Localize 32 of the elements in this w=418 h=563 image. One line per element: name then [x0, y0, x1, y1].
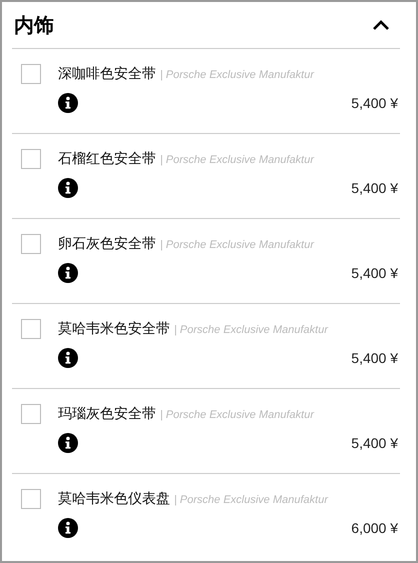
price: 6,000 ¥ — [351, 520, 398, 536]
info-icon[interactable] — [58, 263, 78, 283]
info-icon[interactable] — [58, 93, 78, 113]
brand-label: | Porsche Exclusive Manufaktur — [160, 154, 314, 166]
price: 5,400 ¥ — [351, 265, 398, 281]
chevron-up-icon[interactable] — [372, 20, 390, 30]
brand-label: | Porsche Exclusive Manufaktur — [160, 239, 314, 251]
checkbox[interactable] — [21, 64, 41, 84]
option-name: 莫哈韦米色仪表盘 — [58, 490, 170, 508]
price: 5,400 ¥ — [351, 180, 398, 196]
checkbox[interactable] — [21, 319, 41, 339]
brand-label: | Porsche Exclusive Manufaktur — [160, 69, 314, 81]
price: 5,400 ¥ — [351, 350, 398, 366]
brand-label: | Porsche Exclusive Manufaktur — [174, 494, 328, 506]
info-icon[interactable] — [58, 433, 78, 453]
option-name: 莫哈韦米色安全带 — [58, 320, 170, 338]
checkbox[interactable] — [21, 489, 41, 509]
option-name: 深咖啡色安全带 — [58, 65, 156, 83]
brand-label: | Porsche Exclusive Manufaktur — [160, 409, 314, 421]
brand-label: | Porsche Exclusive Manufaktur — [174, 324, 328, 336]
option-name: 玛瑙灰色安全带 — [58, 405, 156, 423]
info-icon[interactable] — [58, 178, 78, 198]
section-title: 内饰 — [14, 14, 54, 38]
option-name: 石榴红色安全带 — [58, 150, 156, 168]
price: 5,400 ¥ — [351, 95, 398, 111]
checkbox[interactable] — [21, 234, 41, 254]
price: 5,400 ¥ — [351, 435, 398, 451]
checkbox[interactable] — [21, 149, 41, 169]
info-icon[interactable] — [58, 518, 78, 538]
info-icon[interactable] — [58, 348, 78, 368]
option-name: 卵石灰色安全带 — [58, 235, 156, 253]
checkbox[interactable] — [21, 404, 41, 424]
